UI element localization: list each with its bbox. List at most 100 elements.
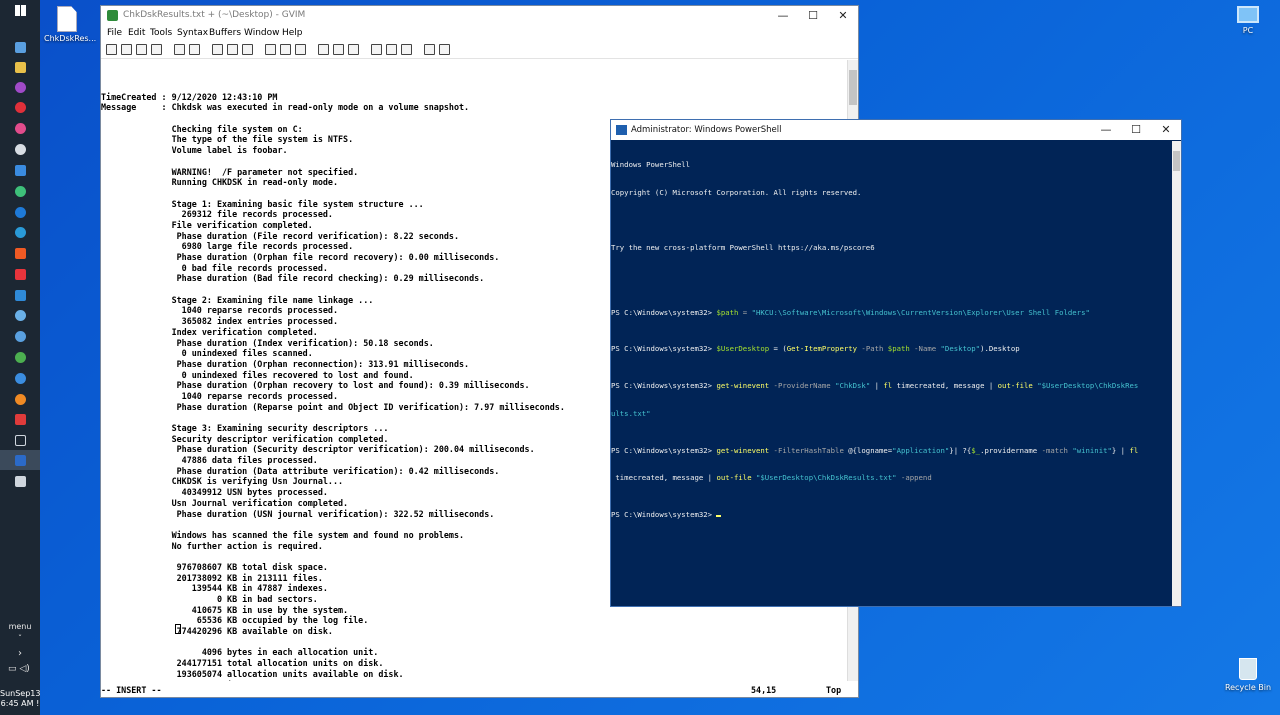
find-next-icon[interactable]	[280, 44, 291, 55]
taskbar-app-11[interactable]	[0, 243, 40, 263]
taskbar-app-1[interactable]	[0, 37, 40, 57]
tags-icon[interactable]	[401, 44, 412, 55]
powershell-window[interactable]: Administrator: Windows PowerShell — ☐ ✕ …	[610, 119, 1182, 607]
taskbar-app-20[interactable]	[0, 430, 40, 450]
token: "Desktop"	[940, 344, 981, 354]
open-icon[interactable]	[106, 44, 117, 55]
powershell-scrollbar[interactable]	[1172, 141, 1181, 606]
taskbar-app-17[interactable]	[0, 368, 40, 388]
print-icon[interactable]	[151, 44, 162, 55]
token: out-file	[716, 473, 752, 483]
menu-file[interactable]: File	[107, 28, 122, 38]
maximize-button[interactable]: ☐	[1121, 120, 1151, 140]
taskbar-app-13[interactable]	[0, 285, 40, 305]
taskbar-app-15[interactable]	[0, 326, 40, 346]
gvim-titlebar[interactable]: ChkDskResults.txt + (~\Desktop) - GVIM —…	[101, 6, 858, 26]
token: -Name	[909, 344, 941, 354]
taskbar: menu ˇ › ▭ ◁) SunSep13 6:45 AM !	[0, 0, 40, 715]
powershell-titlebar[interactable]: Administrator: Windows PowerShell — ☐ ✕	[611, 120, 1181, 140]
maximize-button[interactable]: ☐	[798, 6, 828, 26]
console-command-1: PS C:\Windows\system32> $path = "HKCU:\S…	[611, 308, 1169, 317]
menu-window[interactable]: Window	[244, 28, 280, 38]
save-all-icon[interactable]	[136, 44, 147, 55]
gvim-toolbar	[101, 41, 858, 59]
taskbar-app-3[interactable]	[0, 77, 40, 97]
paste-icon[interactable]	[242, 44, 253, 55]
menu-help[interactable]: Help	[282, 28, 303, 38]
clock[interactable]: SunSep13 6:45 AM !	[0, 689, 40, 709]
desktop-file-icon[interactable]: ChkDskRes...	[44, 6, 96, 43]
computer-icon	[1237, 6, 1259, 23]
find-replace-icon[interactable]	[265, 44, 276, 55]
token: =	[738, 307, 752, 317]
redo-icon[interactable]	[189, 44, 200, 55]
menu-edit[interactable]: Edit	[128, 28, 145, 38]
powershell-title: Administrator: Windows PowerShell	[631, 125, 782, 135]
copy-icon[interactable]	[227, 44, 238, 55]
taskbar-app-12[interactable]	[0, 264, 40, 284]
token: -Path	[857, 344, 888, 354]
cut-icon[interactable]	[212, 44, 223, 55]
save-session-icon[interactable]	[333, 44, 344, 55]
menu-buffers[interactable]: Buffers	[209, 28, 241, 38]
token: } |	[1111, 445, 1130, 455]
minimize-button[interactable]: —	[1091, 120, 1121, 140]
system-tray[interactable]: ▭ ◁)	[8, 664, 30, 674]
taskbar-app-14[interactable]	[0, 305, 40, 325]
save-icon[interactable]	[121, 44, 132, 55]
taskbar-app-10[interactable]	[0, 222, 40, 242]
token: "wininit"	[1067, 445, 1112, 455]
close-button[interactable]: ✕	[1151, 120, 1181, 140]
taskbar-app-7[interactable]	[0, 160, 40, 180]
cursor-position: 54,15	[751, 685, 777, 695]
powershell-console[interactable]: Windows PowerShell Copyright (C) Microso…	[611, 142, 1169, 604]
token: -FilterHashTable	[769, 445, 849, 455]
start-button[interactable]	[0, 0, 40, 20]
taskbar-gvim[interactable]	[0, 471, 40, 491]
minimize-button[interactable]: —	[768, 6, 798, 26]
find-prev-icon[interactable]	[295, 44, 306, 55]
powershell-icon	[616, 125, 627, 135]
load-session-icon[interactable]	[318, 44, 329, 55]
help-icon[interactable]	[424, 44, 435, 55]
scrollbar-thumb[interactable]	[1173, 151, 1180, 171]
taskbar-app-16[interactable]	[0, 347, 40, 367]
text-line: 193605074 allocation units available on …	[101, 668, 404, 679]
clock-time: 6:45 AM !	[0, 699, 40, 708]
taskbar-menu-label[interactable]: menu	[0, 622, 40, 631]
taskbar-powershell[interactable]	[0, 450, 40, 470]
network-icon[interactable]: ▭	[8, 664, 17, 674]
taskbar-app-2[interactable]	[0, 57, 40, 77]
menu-tools[interactable]: Tools	[150, 28, 172, 38]
taskbar-app-6[interactable]	[0, 139, 40, 159]
token: -match	[1041, 445, 1068, 455]
taskbar-app-5[interactable]	[0, 118, 40, 138]
token: timecreated, message |	[611, 473, 717, 483]
close-button[interactable]: ✕	[828, 6, 858, 26]
prompt: PS C:\Windows\system32>	[611, 381, 717, 391]
chevron-right-icon[interactable]: ›	[0, 648, 40, 659]
find-help-icon[interactable]	[439, 44, 450, 55]
app-icon	[14, 81, 26, 93]
desktop-recycle-bin[interactable]: Recycle Bin	[1222, 658, 1274, 692]
desktop-pc-icon[interactable]: PC	[1226, 6, 1270, 35]
taskbar-app-4[interactable]	[0, 97, 40, 117]
taskbar-app-19[interactable]	[0, 409, 40, 429]
taskbar-app-8[interactable]	[0, 181, 40, 201]
volume-icon[interactable]: ◁)	[19, 664, 29, 674]
prompt: PS C:\Windows\system32>	[611, 344, 717, 354]
make-icon[interactable]	[371, 44, 382, 55]
recycle-bin-icon	[1239, 658, 1257, 680]
prompt: PS C:\Windows\system32>	[611, 509, 717, 519]
taskbar-caret-icon[interactable]: ˇ	[0, 634, 40, 643]
text-line: Message : Chkdsk was executed in read-on…	[101, 102, 470, 113]
taskbar-app-9[interactable]	[0, 202, 40, 222]
scrollbar-thumb[interactable]	[849, 70, 857, 105]
token: ).Desktop	[980, 344, 1020, 354]
powershell-icon	[14, 454, 26, 466]
menu-syntax[interactable]: Syntax	[177, 28, 208, 38]
shell-icon[interactable]	[386, 44, 397, 55]
taskbar-app-18[interactable]	[0, 389, 40, 409]
run-script-icon[interactable]	[348, 44, 359, 55]
undo-icon[interactable]	[174, 44, 185, 55]
